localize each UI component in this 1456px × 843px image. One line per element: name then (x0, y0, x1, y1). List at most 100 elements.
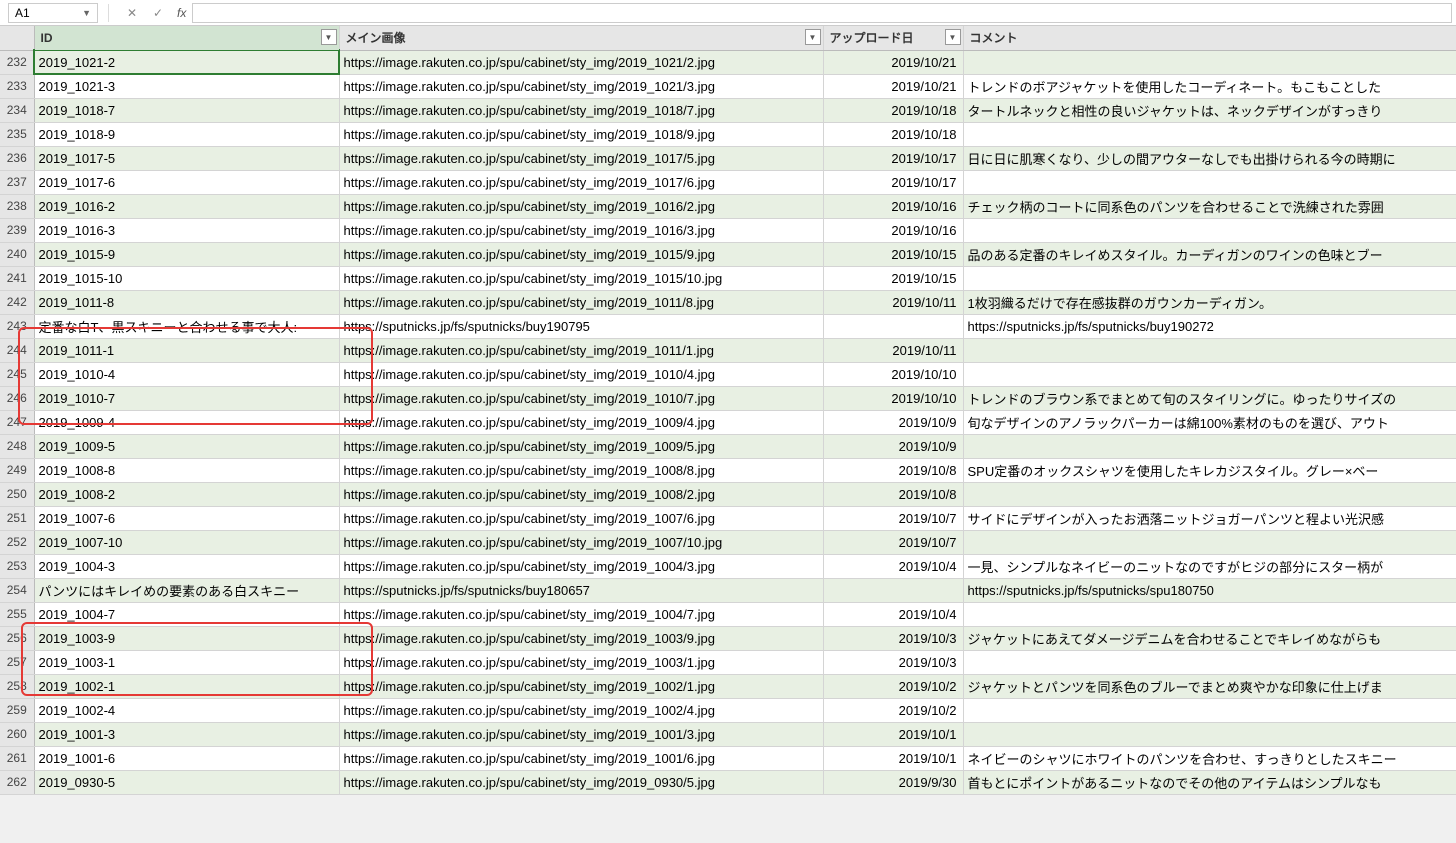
cell-comment[interactable]: https://sputnicks.jp/fs/sputnicks/buy190… (963, 314, 1456, 338)
cell-id[interactable]: 2019_1001-3 (34, 722, 339, 746)
cell-id[interactable]: 2019_1004-3 (34, 554, 339, 578)
cell-image[interactable]: https://image.rakuten.co.jp/spu/cabinet/… (339, 722, 823, 746)
cell-date[interactable]: 2019/10/3 (823, 650, 963, 674)
row-number[interactable]: 252 (0, 530, 34, 554)
cell-date[interactable]: 2019/10/21 (823, 74, 963, 98)
select-all-corner[interactable] (0, 26, 34, 50)
row-number[interactable]: 239 (0, 218, 34, 242)
row-number[interactable]: 245 (0, 362, 34, 386)
cell-image[interactable]: https://image.rakuten.co.jp/spu/cabinet/… (339, 50, 823, 74)
row-number[interactable]: 253 (0, 554, 34, 578)
filter-icon[interactable]: ▼ (805, 29, 821, 45)
cell-id[interactable]: 2019_1001-6 (34, 746, 339, 770)
cell-date[interactable]: 2019/10/15 (823, 242, 963, 266)
cell-image[interactable]: https://image.rakuten.co.jp/spu/cabinet/… (339, 146, 823, 170)
row-number[interactable]: 233 (0, 74, 34, 98)
cell-id[interactable]: パンツにはキレイめの要素のある白スキニー (34, 578, 339, 602)
cell-date[interactable]: 2019/10/8 (823, 482, 963, 506)
cell-image[interactable]: https://sputnicks.jp/fs/sputnicks/buy190… (339, 314, 823, 338)
cell-date[interactable]: 2019/10/4 (823, 554, 963, 578)
row-number[interactable]: 237 (0, 170, 34, 194)
row-number[interactable]: 236 (0, 146, 34, 170)
cell-id[interactable]: 2019_1003-9 (34, 626, 339, 650)
cell-date[interactable] (823, 578, 963, 602)
row-number[interactable]: 251 (0, 506, 34, 530)
column-header-id[interactable]: ID ▼ (34, 26, 339, 50)
row-number[interactable]: 241 (0, 266, 34, 290)
cell-id[interactable]: 2019_1018-9 (34, 122, 339, 146)
cell-date[interactable]: 2019/10/7 (823, 506, 963, 530)
cell-comment[interactable] (963, 50, 1456, 74)
fx-icon[interactable]: fx (177, 6, 186, 20)
cell-image[interactable]: https://image.rakuten.co.jp/spu/cabinet/… (339, 362, 823, 386)
cell-comment[interactable]: 日に日に肌寒くなり、少しの間アウターなしでも出掛けられる今の時期に (963, 146, 1456, 170)
cell-comment[interactable] (963, 122, 1456, 146)
cell-comment[interactable]: 首もとにポイントがあるニットなのでその他のアイテムはシンプルなも (963, 770, 1456, 794)
column-header-image[interactable]: メイン画像 ▼ (339, 26, 823, 50)
cell-image[interactable]: https://image.rakuten.co.jp/spu/cabinet/… (339, 170, 823, 194)
cell-comment[interactable] (963, 434, 1456, 458)
row-number[interactable]: 235 (0, 122, 34, 146)
cell-date[interactable]: 2019/10/11 (823, 290, 963, 314)
cell-date[interactable]: 2019/10/2 (823, 674, 963, 698)
cell-date[interactable]: 2019/10/8 (823, 458, 963, 482)
cell-image[interactable]: https://image.rakuten.co.jp/spu/cabinet/… (339, 98, 823, 122)
cell-date[interactable]: 2019/10/21 (823, 50, 963, 74)
row-number[interactable]: 259 (0, 698, 34, 722)
cell-comment[interactable] (963, 602, 1456, 626)
cell-id[interactable]: 2019_0930-5 (34, 770, 339, 794)
cell-id[interactable]: 2019_1017-6 (34, 170, 339, 194)
cell-id[interactable]: 2019_1008-8 (34, 458, 339, 482)
cell-date[interactable]: 2019/10/10 (823, 362, 963, 386)
cell-comment[interactable]: 旬なデザインのアノラックパーカーは綿100%素材のものを選び、アウト (963, 410, 1456, 434)
cell-id[interactable]: 2019_1017-5 (34, 146, 339, 170)
cell-comment[interactable] (963, 650, 1456, 674)
cell-image[interactable]: https://image.rakuten.co.jp/spu/cabinet/… (339, 458, 823, 482)
cell-comment[interactable]: ジャケットにあえてダメージデニムを合わせることでキレイめながらも (963, 626, 1456, 650)
cell-comment[interactable]: サイドにデザインが入ったお洒落ニットジョガーパンツと程よい光沢感 (963, 506, 1456, 530)
cell-date[interactable] (823, 314, 963, 338)
filter-icon[interactable]: ▼ (321, 29, 337, 45)
cell-id[interactable]: 2019_1016-3 (34, 218, 339, 242)
cell-image[interactable]: https://sputnicks.jp/fs/sputnicks/buy180… (339, 578, 823, 602)
row-number[interactable]: 257 (0, 650, 34, 674)
cell-image[interactable]: https://image.rakuten.co.jp/spu/cabinet/… (339, 290, 823, 314)
row-number[interactable]: 234 (0, 98, 34, 122)
cell-id[interactable]: 定番な白T、黒スキニーと合わせる事で大人: (34, 314, 339, 338)
row-number[interactable]: 254 (0, 578, 34, 602)
row-number[interactable]: 242 (0, 290, 34, 314)
cell-comment[interactable]: チェック柄のコートに同系色のパンツを合わせることで洗練された雰囲 (963, 194, 1456, 218)
cell-date[interactable]: 2019/10/1 (823, 722, 963, 746)
name-box[interactable]: A1 ▼ (8, 3, 98, 23)
cell-comment[interactable]: 一見、シンプルなネイビーのニットなのですがヒジの部分にスター柄が (963, 554, 1456, 578)
cell-image[interactable]: https://image.rakuten.co.jp/spu/cabinet/… (339, 602, 823, 626)
cell-date[interactable]: 2019/10/2 (823, 698, 963, 722)
cell-id[interactable]: 2019_1002-4 (34, 698, 339, 722)
cell-image[interactable]: https://image.rakuten.co.jp/spu/cabinet/… (339, 122, 823, 146)
cell-id[interactable]: 2019_1021-3 (34, 74, 339, 98)
filter-icon[interactable]: ▼ (945, 29, 961, 45)
cell-image[interactable]: https://image.rakuten.co.jp/spu/cabinet/… (339, 338, 823, 362)
cell-id[interactable]: 2019_1015-10 (34, 266, 339, 290)
cell-image[interactable]: https://image.rakuten.co.jp/spu/cabinet/… (339, 530, 823, 554)
cell-comment[interactable]: トレンドのブラウン系でまとめて旬のスタイリングに。ゆったりサイズの (963, 386, 1456, 410)
cell-comment[interactable]: タートルネックと相性の良いジャケットは、ネックデザインがすっきり (963, 98, 1456, 122)
cell-image[interactable]: https://image.rakuten.co.jp/spu/cabinet/… (339, 74, 823, 98)
row-number[interactable]: 247 (0, 410, 34, 434)
cell-date[interactable]: 2019/10/3 (823, 626, 963, 650)
cell-image[interactable]: https://image.rakuten.co.jp/spu/cabinet/… (339, 482, 823, 506)
cell-date[interactable]: 2019/10/17 (823, 146, 963, 170)
row-number[interactable]: 240 (0, 242, 34, 266)
row-number[interactable]: 244 (0, 338, 34, 362)
cell-id[interactable]: 2019_1016-2 (34, 194, 339, 218)
cell-id[interactable]: 2019_1009-5 (34, 434, 339, 458)
cell-image[interactable]: https://image.rakuten.co.jp/spu/cabinet/… (339, 626, 823, 650)
cell-comment[interactable] (963, 482, 1456, 506)
cell-image[interactable]: https://image.rakuten.co.jp/spu/cabinet/… (339, 194, 823, 218)
cell-id[interactable]: 2019_1010-4 (34, 362, 339, 386)
cell-image[interactable]: https://image.rakuten.co.jp/spu/cabinet/… (339, 674, 823, 698)
column-header-comment[interactable]: コメント (963, 26, 1456, 50)
cell-date[interactable]: 2019/10/7 (823, 530, 963, 554)
cell-id[interactable]: 2019_1008-2 (34, 482, 339, 506)
cell-date[interactable]: 2019/9/30 (823, 770, 963, 794)
